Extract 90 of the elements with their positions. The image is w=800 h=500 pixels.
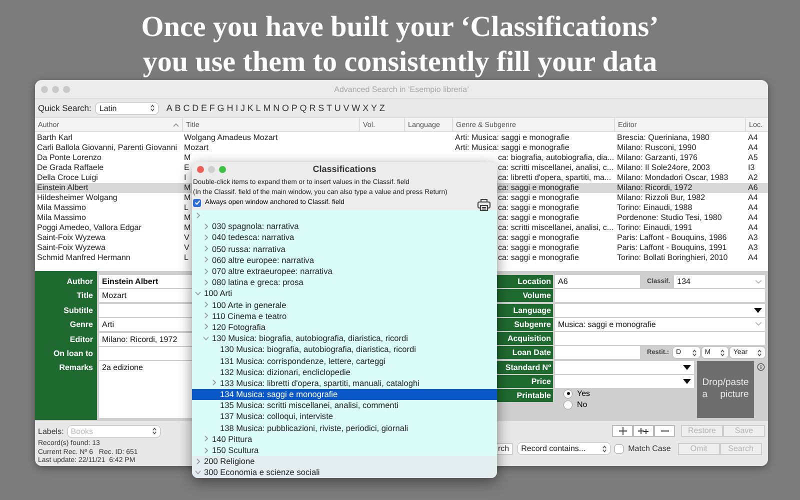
headline: you use them to consistently fill your data	[142, 45, 658, 80]
table-cell: L	[184, 203, 188, 212]
table-cell: A4	[748, 143, 758, 152]
table-cell: ca: scritti miscellanei, analisi, c...	[498, 223, 614, 232]
table-cell: Brescia: Queriniana, 1980	[617, 133, 710, 142]
table-cell: Saint-Foix Wyzewa	[37, 243, 106, 252]
table-cell: Schmid Manfred Hermann	[37, 253, 130, 262]
table-cell: Poggi Amedeo, Vallora Edgar	[37, 223, 142, 232]
table-cell: A4	[748, 223, 758, 232]
field-label: On loan to	[52, 348, 94, 360]
table-cell: V	[184, 233, 190, 242]
table-cell: A4	[748, 133, 758, 142]
field-label: Title	[76, 290, 94, 302]
field-label: Subgenre	[497, 318, 553, 331]
checkbox-label: Match Case	[628, 444, 671, 453]
field-label: Standard Nº	[497, 360, 553, 374]
quick-search-label: Quick Search:	[38, 103, 92, 113]
table-cell: A4	[748, 193, 758, 202]
table-cell: Paris: Laffont - Bouquins, 1986	[617, 233, 727, 242]
table-cell: M	[184, 183, 191, 192]
table-cell: Della Croce Luigi	[37, 173, 98, 182]
table-cell: Mila Massimo	[37, 203, 86, 212]
radio-label: No	[577, 400, 588, 410]
table-cell: E	[184, 163, 190, 172]
table-cell: Einstein Albert	[37, 183, 88, 192]
table-cell: V	[184, 243, 190, 252]
table-cell: Pordenone: Studio Tesi, 1980	[617, 213, 722, 222]
table-cell: A4	[748, 253, 758, 262]
table-cell: Milano: Rusconi, 1990	[617, 143, 696, 152]
table-cell: A3	[748, 233, 758, 242]
table-cell: Torino: Bollati Boringhieri, 2010	[617, 253, 728, 262]
table-cell: De Grada Raffaele	[37, 163, 104, 172]
table-cell: Saint-Foix Wyzewa	[37, 233, 106, 242]
table-cell: Milano: Il Sole24ore, 2003	[617, 163, 710, 172]
table-cell: Mozart	[184, 143, 208, 152]
window-title: Classifications	[312, 164, 376, 174]
table-cell: Torino: Einaudi, 1988	[617, 203, 692, 212]
table-cell: Milano: Garzanti, 1976	[617, 153, 698, 162]
table-cell: L	[184, 253, 188, 262]
table-cell: ca: scritti miscellanei, analisi, c...	[498, 163, 614, 172]
field-label: Printable	[497, 389, 553, 402]
field-label: Editor	[68, 334, 94, 346]
table-cell: I3	[748, 163, 755, 172]
table-cell: ca: libretti d'opera, spartiti, ma...	[498, 173, 612, 182]
table-cell: ca: saggi e monografie	[498, 193, 579, 202]
field-label: Remarks	[58, 362, 94, 374]
table-cell: ca: saggi e monografie	[498, 203, 579, 212]
table-cell: ca: saggi e monografie	[498, 213, 579, 222]
radio-label: Yes	[577, 389, 590, 398]
table-cell: ca: saggi e monografie	[498, 183, 579, 192]
table-cell: A3	[748, 243, 758, 252]
table-cell: A2	[748, 173, 758, 182]
table-cell: Barth Karl	[37, 133, 73, 142]
table-cell: ca: saggi e monografie	[498, 253, 579, 262]
labels-label: Labels:	[38, 426, 64, 436]
table-cell: Da Ponte Lorenzo	[37, 153, 102, 162]
table-cell: Hildesheimer Wolgang	[37, 193, 118, 202]
field-label: Language	[497, 304, 553, 317]
table-cell: ca: saggi e monografie	[498, 233, 579, 242]
window-title: Advanced Search in ‘Esempio libreria’	[334, 84, 469, 94]
table-cell: Arti: Musica: saggi e monografie	[455, 143, 570, 152]
table-cell: A5	[748, 153, 758, 162]
table-cell: Milano: Ricordi, 1972	[617, 183, 692, 192]
table-cell: M	[184, 213, 191, 222]
table-cell: Arti: Musica: saggi e monografie	[455, 133, 570, 142]
field-label: Author	[66, 276, 94, 288]
field-label: Location	[497, 275, 553, 288]
field-label: Volume	[497, 289, 553, 302]
table-cell: ca: saggi e monografie	[498, 243, 579, 252]
table-cell: A4	[748, 203, 758, 212]
table-cell: M	[184, 153, 191, 162]
table-cell: Carli Ballola Giovanni, Parenti Giovanni	[37, 143, 178, 152]
table-cell: I	[184, 173, 186, 182]
table-cell: Milano: Rizzoli Bur, 1982	[617, 193, 706, 202]
table-cell: M	[184, 193, 191, 202]
table-cell: Paris: Laffont - Bouquins, 1991	[617, 243, 727, 252]
table-cell: ca: biografia, autobiografia, dia...	[498, 153, 614, 162]
table-cell: A6	[748, 183, 758, 192]
table-cell: A4	[748, 213, 758, 222]
field-label: Acquisition	[497, 332, 553, 346]
table-cell: Torino: Einaudi, 1991	[617, 223, 692, 232]
table-cell: Milano: Mondadori Oscar, 1983	[617, 173, 728, 182]
table-cell: Wolgang Amadeus Mozart	[184, 133, 278, 142]
field-label: Genre	[68, 319, 94, 332]
table-cell: M	[184, 223, 191, 232]
table-cell: Mila Massimo	[37, 213, 86, 222]
field-label: Subtitle	[62, 304, 94, 317]
field-label: Loan Date	[497, 346, 553, 360]
field-label: Price	[497, 375, 553, 388]
headline: Once you have built your ‘Classifications’	[141, 10, 659, 45]
